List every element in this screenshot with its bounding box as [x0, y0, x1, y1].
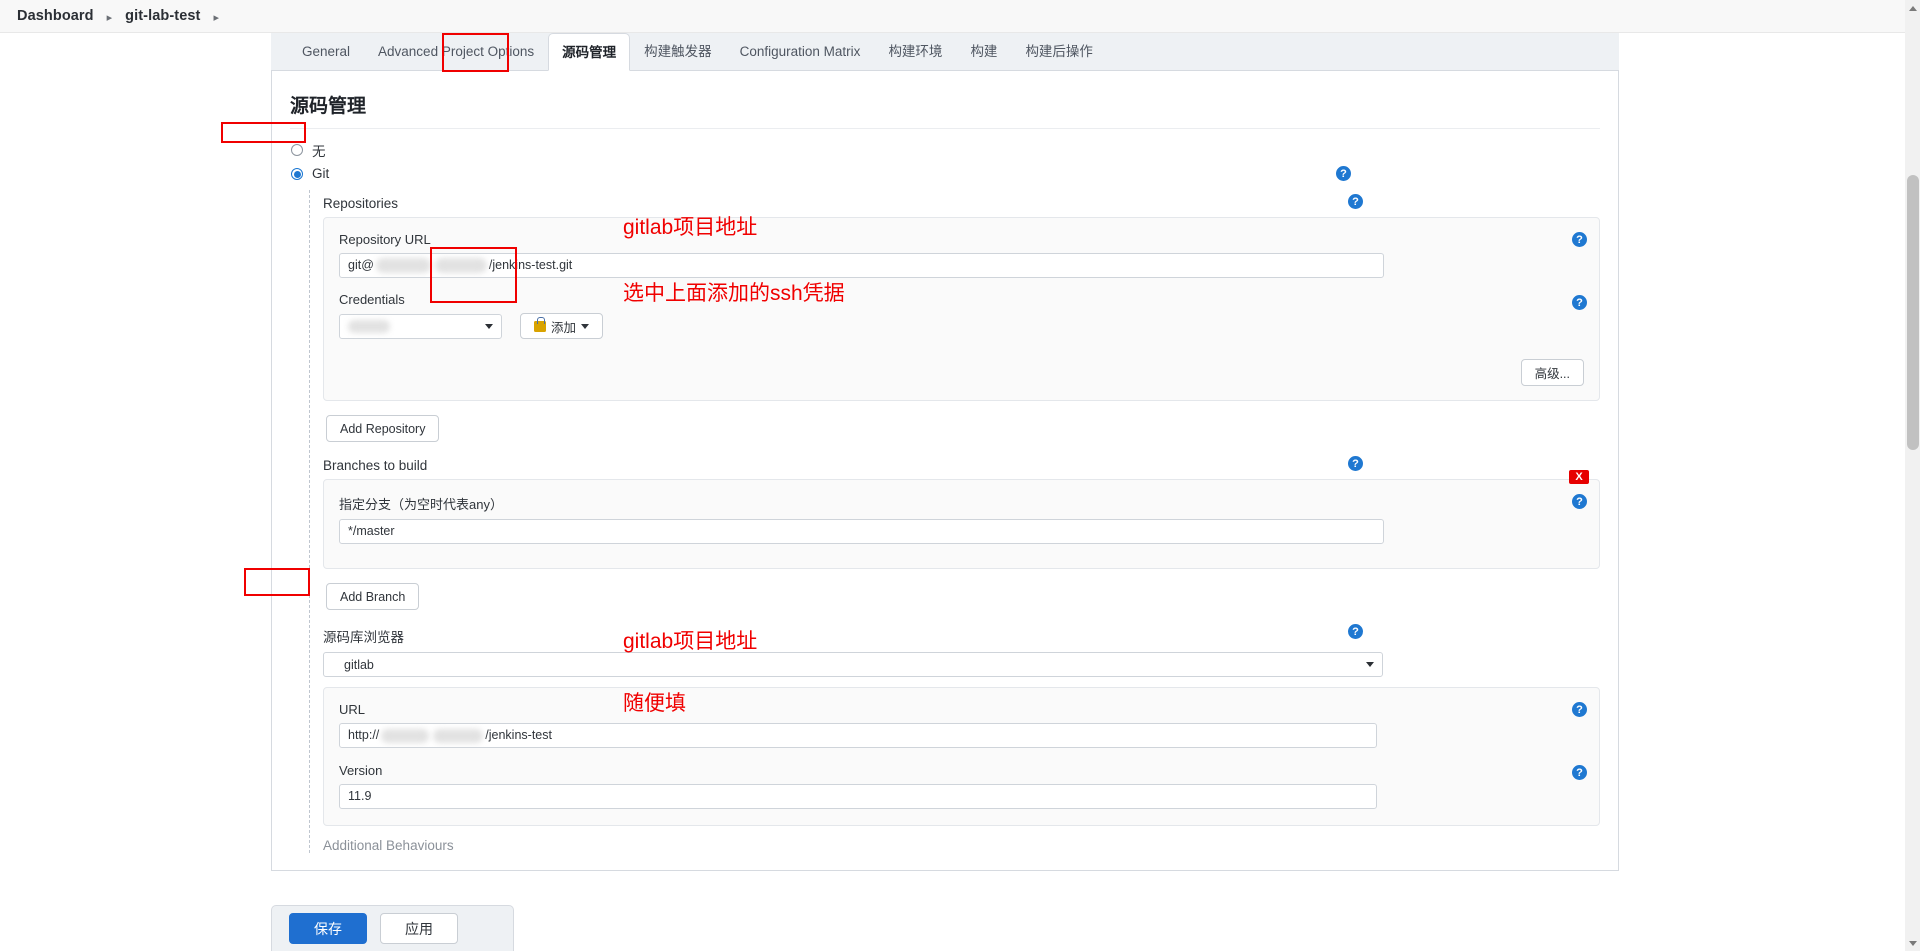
help-icon-credentials[interactable]: ? — [1572, 295, 1587, 310]
scm-option-git[interactable]: Git ? — [291, 163, 1600, 184]
repository-browser-label: 源码库浏览器? — [323, 624, 1600, 646]
scrollbar-arrow-up[interactable] — [1905, 0, 1920, 16]
redaction-blob-host-2 — [434, 258, 487, 273]
form-footer-bar: 保存 应用 — [271, 905, 514, 951]
repository-url-label: Repository URL — [339, 232, 431, 247]
help-icon-browser-version[interactable]: ? — [1572, 765, 1587, 780]
save-button[interactable]: 保存 — [289, 913, 367, 944]
scm-option-none-label: 无 — [312, 143, 326, 159]
radio-git[interactable] — [291, 167, 303, 180]
repository-browser-select[interactable]: gitlab — [323, 652, 1383, 677]
tab-general[interactable]: General — [288, 32, 364, 70]
chevron-down-icon-browser — [1366, 662, 1374, 667]
tab-source-code-management[interactable]: 源码管理 — [548, 33, 631, 71]
breadcrumb-item-project[interactable]: git-lab-test — [125, 8, 200, 24]
help-icon-git[interactable]: ? — [1336, 166, 1351, 181]
browser-url-input[interactable]: http:// /jenkins-test — [339, 723, 1377, 748]
config-tab-bar: General Advanced Project Options 源码管理 构建… — [271, 33, 1619, 71]
breadcrumb: Dashboard ▸ git-lab-test ▸ — [0, 0, 1920, 33]
branch-specifier-input[interactable]: */master — [339, 519, 1384, 544]
annotation-text-credentials: 选中上面添加的ssh凭据 — [623, 282, 845, 305]
repository-url-value-suffix: /jenkins-test.git — [488, 258, 573, 272]
key-icon — [534, 316, 546, 332]
scm-panel: 源码管理 无 Git ? Repositories? Repository UR… — [271, 71, 1619, 871]
caret-down-icon — [581, 323, 590, 329]
add-credentials-button[interactable]: 添加 — [520, 313, 604, 339]
tab-build[interactable]: 构建 — [956, 32, 1011, 70]
page-body: General Advanced Project Options 源码管理 构建… — [0, 33, 1920, 951]
help-icon-branch-specifier[interactable]: ? — [1572, 494, 1587, 509]
annotation-text-version: 随便填 — [623, 692, 686, 715]
repository-url-input[interactable]: git@ /jenkins-test.git — [339, 253, 1384, 278]
tab-advanced-project-options[interactable]: Advanced Project Options — [364, 32, 548, 70]
tab-build-environment[interactable]: 构建环境 — [874, 32, 956, 70]
repositories-label: Repositories? — [323, 194, 1600, 211]
tab-post-build-actions[interactable]: 构建后操作 — [1011, 32, 1107, 70]
browser-version-label: Version — [339, 763, 383, 778]
git-config-block: Repositories? Repository URL ? git@ /jen… — [309, 190, 1600, 853]
page-title: 源码管理 — [290, 85, 1600, 129]
chevron-up-icon — [1908, 5, 1917, 11]
browser-version-input[interactable]: 11.9 — [339, 784, 1377, 809]
config-form: General Advanced Project Options 源码管理 构建… — [271, 33, 1619, 871]
scm-option-git-label: Git — [312, 166, 330, 181]
help-icon-repositories[interactable]: ? — [1348, 194, 1363, 209]
tab-build-triggers[interactable]: 构建触发器 — [630, 32, 726, 70]
radio-none[interactable] — [291, 143, 303, 156]
repository-entry: Repository URL ? git@ /jenkins-test.git … — [323, 217, 1600, 401]
repository-browser-selected-value: gitlab — [344, 657, 374, 672]
chevron-down-icon-scroll — [1908, 940, 1917, 946]
browser-url-label: URL — [339, 702, 366, 717]
add-branch-button[interactable]: Add Branch — [326, 583, 420, 610]
annotation-text-repo-url: gitlab项目地址 — [623, 216, 758, 239]
help-icon-repository-url[interactable]: ? — [1572, 232, 1587, 247]
branch-specifier-value: */master — [348, 524, 395, 538]
browser-url-value-suffix: /jenkins-test — [485, 728, 552, 742]
browser-version-value: 11.9 — [348, 789, 372, 803]
scrollbar-arrow-down[interactable] — [1905, 935, 1920, 951]
help-icon-browser-url[interactable]: ? — [1572, 702, 1587, 717]
branch-entry: X 指定分支（为空时代表any） ? */master — [323, 470, 1600, 569]
redaction-blob-credential — [348, 319, 390, 333]
advanced-button[interactable]: 高级... — [1520, 359, 1584, 386]
branch-specifier-label: 指定分支（为空时代表any） — [339, 497, 503, 512]
credentials-label: Credentials — [339, 292, 405, 307]
redaction-blob-host-1 — [375, 258, 431, 273]
tab-configuration-matrix[interactable]: Configuration Matrix — [726, 32, 875, 70]
branches-to-build-label: Branches to build? — [323, 456, 1600, 473]
credentials-select[interactable] — [339, 313, 502, 339]
browser-url-value-prefix: http:// — [348, 728, 380, 742]
annotation-text-browser-url: gitlab项目地址 — [623, 630, 758, 653]
apply-button[interactable]: 应用 — [380, 913, 458, 944]
add-repository-button[interactable]: Add Repository — [326, 415, 440, 442]
add-credentials-button-label: 添加 — [551, 320, 577, 335]
breadcrumb-item-dashboard[interactable]: Dashboard — [17, 8, 94, 24]
redaction-blob-browser-2 — [433, 728, 484, 743]
vertical-scrollbar-thumb[interactable] — [1907, 175, 1919, 450]
help-icon-repository-browser[interactable]: ? — [1348, 624, 1363, 639]
scm-option-none[interactable]: 无 — [291, 139, 1600, 160]
help-icon-branches[interactable]: ? — [1348, 456, 1363, 471]
additional-behaviours-label: Additional Behaviours — [323, 838, 454, 853]
delete-branch-button[interactable]: X — [1569, 470, 1589, 484]
repository-url-value-prefix: git@ — [348, 258, 374, 272]
chevron-down-icon — [485, 323, 493, 329]
breadcrumb-separator-icon: ▸ — [106, 11, 113, 24]
breadcrumb-separator-icon-2: ▸ — [213, 11, 220, 24]
repository-browser-options: URL ? http:// /jenkins-test Version ? 11… — [323, 687, 1600, 826]
redaction-blob-browser-1 — [381, 728, 430, 743]
vertical-scrollbar-track[interactable] — [1905, 0, 1920, 951]
